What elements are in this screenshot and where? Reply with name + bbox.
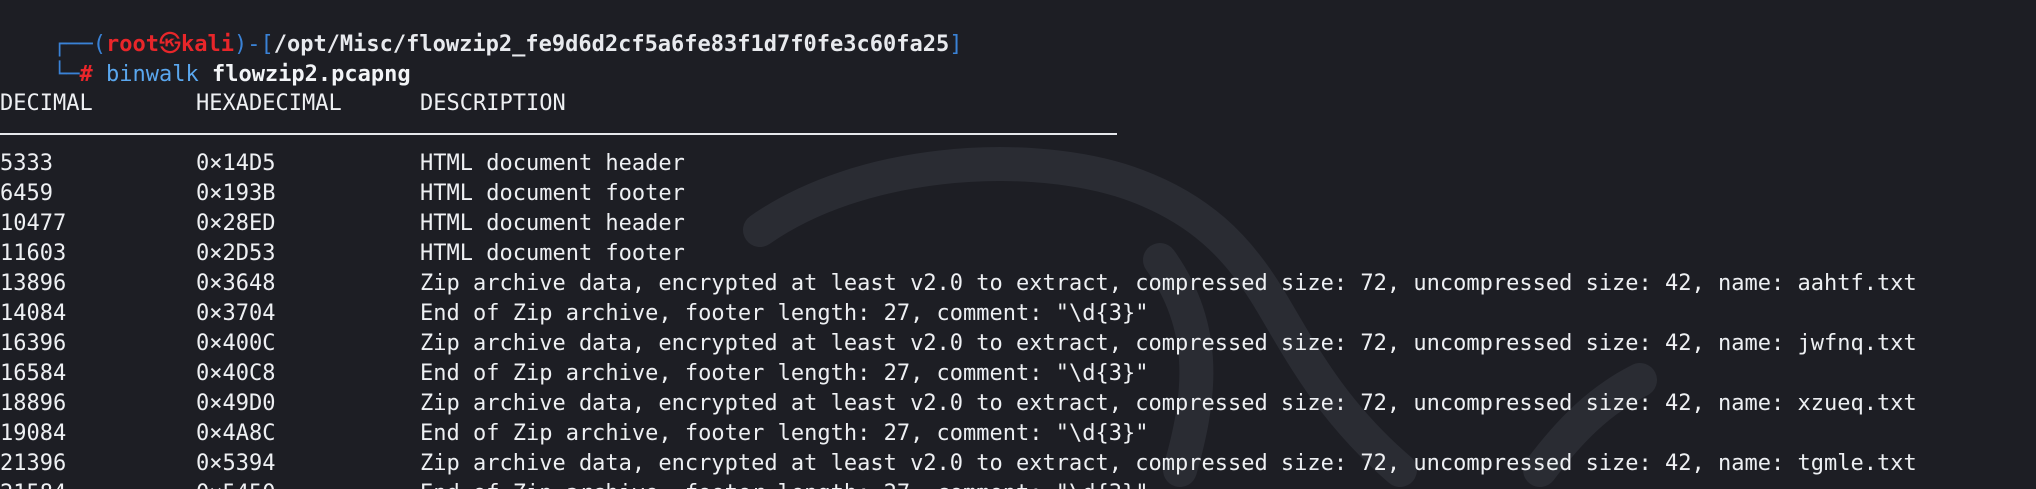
cell-decimal: 16396 [0,331,67,356]
prompt-line-1: ┌──(root㉿kali)-[/opt/Misc/flowzip2_fe9d6… [0,0,962,57]
table-row: 18896 0×49D0 Zip archive data, encrypted a… [0,389,2036,419]
cell-description: End of Zip archive, footer length: 27, c… [420,361,1149,386]
table-row: 16396 0×400C Zip archive data, encrypted a… [0,329,2036,359]
cell-decimal: 14084 [0,301,67,326]
cell-description: HTML document footer [420,241,685,266]
cell-hexadecimal: 0×28ED [196,211,276,236]
cell-description: HTML document footer [420,181,685,206]
table-row: 10477 0×28ED HTML document header [0,209,2036,239]
cell-decimal: 5333 [0,151,53,176]
cell-decimal: 6459 [0,181,53,206]
cell-decimal: 11603 [0,241,67,266]
cell-description: Zip archive data, encrypted at least v2.… [420,391,1917,416]
cell-decimal: 16584 [0,361,67,386]
command-name: binwalk [105,62,199,87]
prompt-frame-close: ] [949,32,963,57]
cell-hexadecimal: 0×3704 [196,301,276,326]
cell-decimal: 18896 [0,391,67,416]
cell-description: HTML document header [420,211,685,236]
cell-decimal: 19084 [0,421,67,446]
cell-description: End of Zip archive, footer length: 27, c… [420,421,1149,446]
table-header: DECIMAL HEXADECIMAL DESCRIPTION [0,89,2036,119]
cell-description: End of Zip archive, footer length: 27, c… [420,479,1148,489]
terminal-window[interactable]: ┌──(root㉿kali)-[/opt/Misc/flowzip2_fe9d6… [0,0,2036,489]
cell-hexadecimal: 0×193B [196,181,276,206]
cell-decimal: 21584 [0,479,66,489]
table-row: 5333 0×14D5 HTML document header [0,149,2036,179]
table-row: 16584 0×40C8 End of Zip archive, footer le… [0,359,2036,389]
cell-description: Zip archive data, encrypted at least v2.… [420,451,1917,476]
cell-decimal: 10477 [0,211,67,236]
cell-description: Zip archive data, encrypted at least v2.… [420,331,1917,356]
cell-hexadecimal: 0×14D5 [196,151,276,176]
cell-hexadecimal: 0×3648 [196,271,276,296]
cell-hexadecimal: 0×2D53 [196,241,276,266]
cell-hexadecimal: 0×400C [196,331,276,356]
command-argument: flowzip2.pcapng [211,62,411,87]
table-row: 11603 0×2D53 HTML document footer [0,239,2036,269]
header-hexadecimal: HEXADECIMAL [196,91,342,116]
cell-description: Zip archive data, encrypted at least v2.… [420,271,1917,296]
table-row: 14084 0×3704 End of Zip archive, footer le… [0,299,2036,329]
table-row: 21396 0×5394 Zip archive data, encrypted a… [0,449,2036,479]
cell-description: HTML document header [420,151,685,176]
header-divider [0,133,1117,135]
cell-decimal: 13896 [0,271,67,296]
cell-hexadecimal: 0×5394 [196,451,276,476]
cell-hexadecimal: 0×49D0 [196,391,276,416]
table-row: 19084 0×4A8C End of Zip archive, footer le… [0,419,2036,449]
header-decimal: DECIMAL [0,91,93,116]
cell-hexadecimal: 0×4A8C [196,421,276,446]
prompt-hash: # [79,62,93,87]
table-row: 6459 0×193B HTML document footer [0,179,2036,209]
header-description: DESCRIPTION [420,91,566,116]
cell-hexadecimal: 0×5450 [196,479,275,489]
cell-description: End of Zip archive, footer length: 27, c… [420,301,1149,326]
cell-decimal: 21396 [0,451,67,476]
table-row: 13896 0×3648 Zip archive data, encrypted a… [0,269,2036,299]
prompt-line-2: └─# binwalk flowzip2.pcapng [0,30,411,87]
cell-hexadecimal: 0×40C8 [196,361,276,386]
table-row: 21584 0×5450 End of Zip archive, footer le… [0,479,2036,489]
prompt-frame-corner: └─ [52,62,80,87]
